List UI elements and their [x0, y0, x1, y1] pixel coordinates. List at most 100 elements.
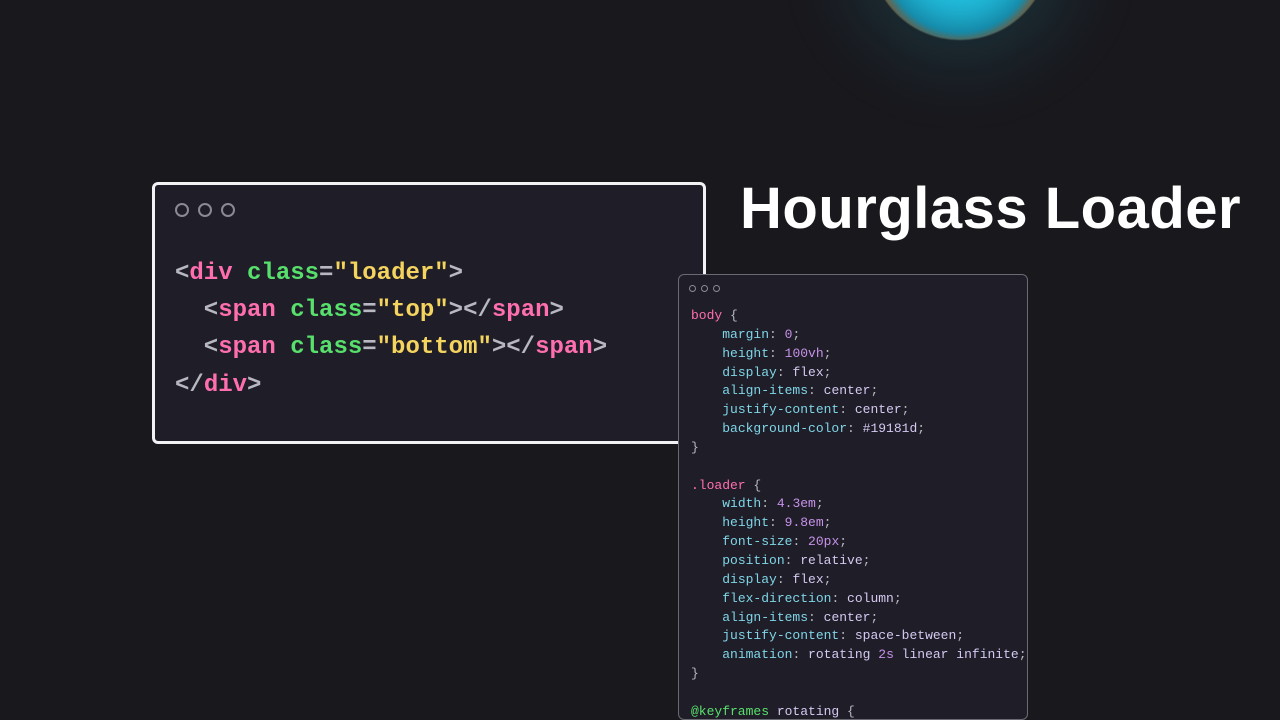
code-token: : [792, 534, 808, 549]
code-line: <span class="bottom"></span> [175, 329, 607, 366]
code-token [691, 421, 722, 436]
code-token: } [691, 666, 699, 681]
code-token: : [839, 402, 855, 417]
code-token [691, 496, 722, 511]
code-token: "top" [377, 297, 449, 324]
code-line: display: flex; [691, 364, 1027, 383]
traffic-lights [175, 203, 235, 217]
code-token: flex [792, 365, 823, 380]
code-token: ; [792, 327, 800, 342]
code-token: : [769, 327, 785, 342]
code-token: class [290, 297, 362, 324]
code-token: ; [839, 534, 847, 549]
code-token: align-items [722, 610, 808, 625]
code-token: background-color [722, 421, 847, 436]
code-token [233, 260, 247, 287]
traffic-lights [689, 285, 720, 292]
code-token: ; [1019, 647, 1027, 662]
code-line [691, 458, 1027, 477]
code-token: > [449, 260, 463, 287]
code-token: < [175, 260, 189, 287]
code-token: "loader" [333, 260, 448, 287]
code-token [691, 327, 722, 342]
window-dot-icon [713, 285, 720, 292]
code-token: > [550, 297, 564, 324]
code-token: </ [175, 372, 204, 399]
code-token: ; [816, 496, 824, 511]
code-token: column [847, 591, 894, 606]
code-line: @keyframes rotating { [691, 703, 1027, 720]
code-token: ; [870, 383, 878, 398]
code-token: linear infinite [894, 647, 1019, 662]
window-dot-icon [701, 285, 708, 292]
code-token: justify-content [722, 402, 839, 417]
page-title: Hourglass Loader [740, 175, 1241, 242]
code-token [691, 628, 722, 643]
code-token: span [218, 297, 276, 324]
code-token: height [722, 515, 769, 530]
code-token: div [204, 372, 247, 399]
code-line: .loader { [691, 477, 1027, 496]
window-dot-icon [689, 285, 696, 292]
code-token: : [777, 572, 793, 587]
code-token [691, 383, 722, 398]
code-token: ></ [492, 334, 535, 361]
code-line: animation: rotating 2s linear infinite; [691, 646, 1027, 665]
code-token: space-between [855, 628, 956, 643]
code-token: = [362, 334, 376, 361]
code-token [691, 515, 722, 530]
code-token [691, 647, 722, 662]
code-token: ></ [449, 297, 492, 324]
code-token: display [722, 365, 777, 380]
code-line: align-items: center; [691, 382, 1027, 401]
code-token: ; [824, 346, 832, 361]
code-token: span [218, 334, 276, 361]
code-token: span [535, 334, 593, 361]
code-line: } [691, 665, 1027, 684]
code-token [276, 334, 290, 361]
code-line: margin: 0; [691, 326, 1027, 345]
code-token: rotating [777, 704, 839, 719]
code-token: = [319, 260, 333, 287]
code-token: ; [824, 365, 832, 380]
code-token: @keyframes [691, 704, 769, 719]
window-dot-icon [221, 203, 235, 217]
code-token: : [839, 628, 855, 643]
code-line: font-size: 20px; [691, 533, 1027, 552]
code-token: { [722, 308, 738, 323]
code-token [691, 402, 722, 417]
code-token [691, 591, 722, 606]
code-token: span [492, 297, 550, 324]
code-token: ; [956, 628, 964, 643]
code-line: background-color: #19181d; [691, 420, 1027, 439]
code-token: position [722, 553, 784, 568]
code-token: flex [792, 572, 823, 587]
code-token: : [769, 346, 785, 361]
code-token: { [839, 704, 855, 719]
code-token: } [691, 440, 699, 455]
code-token: ; [870, 610, 878, 625]
code-token: : [808, 383, 824, 398]
code-line: justify-content: center; [691, 401, 1027, 420]
code-token: : [808, 610, 824, 625]
code-token: body [691, 308, 722, 323]
code-token: margin [722, 327, 769, 342]
code-token: > [593, 334, 607, 361]
code-line: align-items: center; [691, 609, 1027, 628]
code-line: width: 4.3em; [691, 495, 1027, 514]
code-token: > [247, 372, 261, 399]
code-token: : [761, 496, 777, 511]
code-line: <span class="top"></span> [175, 292, 607, 329]
code-line: </div> [175, 367, 607, 404]
code-line: } [691, 439, 1027, 458]
code-line: position: relative; [691, 552, 1027, 571]
code-token [691, 534, 722, 549]
code-line: height: 9.8em; [691, 514, 1027, 533]
code-token: ; [824, 572, 832, 587]
code-token: ; [863, 553, 871, 568]
decorative-orb [870, 0, 1050, 40]
code-token [691, 572, 722, 587]
code-token [769, 704, 777, 719]
html-code-block: <div class="loader"> <span class="top"><… [175, 255, 607, 404]
code-token: center [824, 610, 871, 625]
